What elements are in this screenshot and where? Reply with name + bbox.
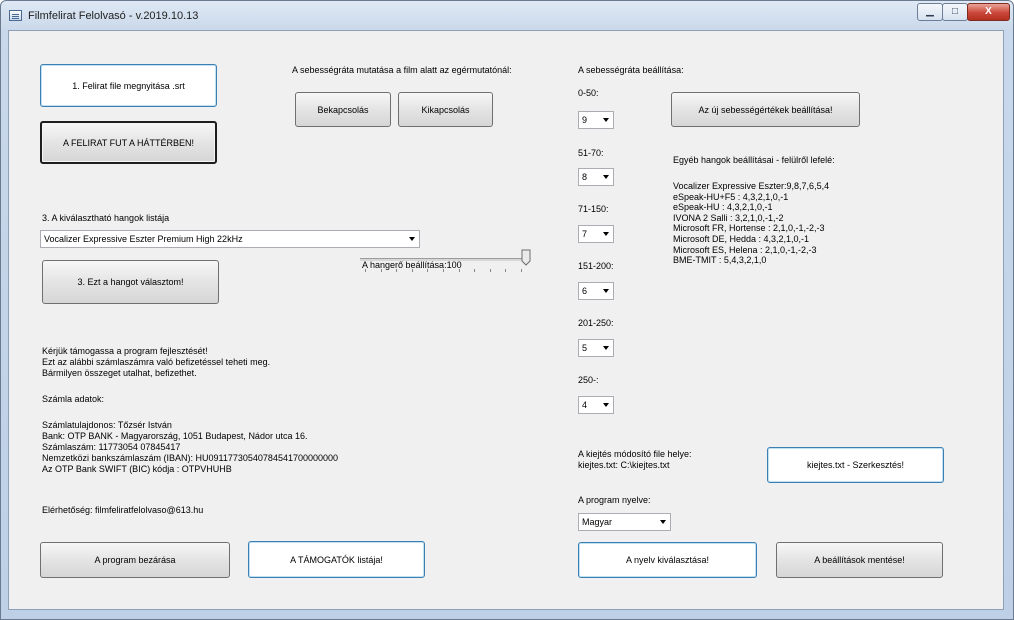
- account-details: Számlatulajdonos: Tőzsér István Bank: OT…: [42, 420, 338, 475]
- rate-range-label: 0-50:: [578, 88, 599, 98]
- volume-tick: [411, 269, 413, 272]
- rate-range-label: 201-250:: [578, 318, 614, 328]
- close-button[interactable]: X: [967, 3, 1010, 21]
- apply-rates-button[interactable]: Az új sebességértékek beállítása!: [671, 92, 860, 127]
- rate-range-label: 250-:: [578, 375, 599, 385]
- title-bar[interactable]: Filmfelirat Felolvasó - v.2019.10.13 ▁ □…: [1, 1, 1013, 31]
- volume-tick: [474, 269, 476, 272]
- chevron-down-icon: [603, 175, 609, 179]
- rate-select-71-150[interactable]: 7: [578, 225, 614, 243]
- chevron-down-icon: [603, 289, 609, 293]
- account-title: Számla adatok:: [42, 394, 105, 404]
- rate-select-value: 4: [582, 400, 588, 410]
- choose-voice-button[interactable]: 3. Ezt a hangot választom!: [42, 260, 219, 304]
- chevron-down-icon: [409, 237, 415, 241]
- volume-tick: [505, 269, 507, 272]
- volume-slider-track[interactable]: [360, 258, 530, 261]
- account-line: Számlatulajdonos: Tőzsér István: [42, 420, 172, 430]
- rate-select-value: 5: [582, 343, 588, 353]
- chevron-down-icon: [603, 346, 609, 350]
- speed-display-on-button[interactable]: Bekapcsolás: [295, 92, 391, 127]
- rate-select-value: 6: [582, 286, 588, 296]
- volume-tick: [380, 269, 382, 272]
- close-program-button[interactable]: A program bezárása: [40, 542, 230, 578]
- rate-select-201-250[interactable]: 5: [578, 339, 614, 357]
- account-line: Számlaszám: 11773054 07845417: [42, 442, 181, 452]
- other-voices-list: Vocalizer Expressive Eszter:9,8,7,6,5,4 …: [673, 181, 829, 266]
- account-line: Bank: OTP BANK - Magyarország, 1051 Buda…: [42, 431, 308, 441]
- chevron-down-icon: [603, 232, 609, 236]
- volume-tick: [443, 269, 444, 272]
- volume-tick: [458, 269, 460, 272]
- account-line: Nemzetközi bankszámlaszám (IBAN): HU0911…: [42, 453, 339, 463]
- rates-title: A sebességráta beállítása:: [578, 65, 684, 75]
- voice-select[interactable]: Vocalizer Expressive Eszter Premium High…: [40, 230, 420, 248]
- other-voice-line: eSpeak-HU+F5 : 4,3,2,1,0,-1: [673, 191, 789, 202]
- chevron-down-icon: [603, 118, 609, 122]
- support-text: Kérjük támogassa a program fejlesztését!…: [42, 346, 270, 379]
- support-line: Kérjük támogassa a program fejlesztését!: [42, 346, 208, 356]
- volume-tick: [427, 269, 429, 272]
- rate-range-label: 51-70:: [578, 148, 604, 158]
- open-subtitle-button[interactable]: 1. Felirat file megnyitása .srt: [40, 64, 217, 107]
- minimize-icon: ▁: [926, 6, 934, 17]
- minimize-button[interactable]: ▁: [917, 3, 943, 21]
- rate-select-value: 9: [582, 115, 588, 125]
- other-voice-line: Microsoft DE, Hedda : 4,3,2,1,0,-1: [673, 233, 810, 244]
- voice-list-label: 3. A kiválasztható hangok listája: [42, 213, 170, 223]
- supporters-list-button[interactable]: A TÁMOGATÓK listája!: [248, 541, 425, 578]
- maximize-button[interactable]: □: [942, 3, 968, 21]
- language-label: A program nyelve:: [578, 495, 651, 505]
- app-icon[interactable]: [9, 10, 22, 21]
- edit-pronunciation-button[interactable]: kiejtes.txt - Szerkesztés!: [767, 447, 944, 483]
- volume-tick: [365, 269, 366, 272]
- background-run-button[interactable]: A FELIRAT FUT A HÁTTÉRBEN!: [40, 121, 217, 164]
- other-voice-line: Vocalizer Expressive Eszter:9,8,7,6,5,4: [673, 181, 830, 191]
- account-line: Az OTP Bank SWIFT (BIC) kódja : OTPVHUHB: [42, 464, 232, 474]
- speed-display-label: A sebességráta mutatása a film alatt az …: [292, 65, 512, 75]
- voice-select-value: Vocalizer Expressive Eszter Premium High…: [44, 234, 243, 244]
- select-language-button[interactable]: A nyelv kiválasztása!: [578, 542, 757, 578]
- contact-text: Elérhetőség: filmfeliratfelolvaso@613.hu: [42, 505, 204, 515]
- window-title: Filmfelirat Felolvasó - v.2019.10.13: [28, 10, 199, 22]
- volume-tick: [396, 269, 398, 272]
- rate-select-0-50[interactable]: 9: [578, 111, 614, 129]
- rate-range-label: 71-150:: [578, 204, 609, 214]
- close-icon: X: [985, 6, 992, 17]
- other-voice-line: BME-TMIT : 5,4,3,2,1,0: [673, 255, 767, 266]
- other-voice-line: IVONA 2 Salli : 3,2,1,0,-1,-2: [673, 212, 784, 223]
- other-voice-line: eSpeak-HU : 4,3,2,1,0,-1: [673, 202, 773, 213]
- support-line: Ezt az alábbi számlaszámra való befizeté…: [42, 357, 271, 367]
- volume-slider-thumb[interactable]: [521, 249, 531, 266]
- pronunciation-label: A kiejtés módosító file helye:: [578, 449, 692, 459]
- rate-range-label: 151-200:: [578, 261, 614, 271]
- other-voice-line: Microsoft FR, Hortense : 2,1,0,-1,-2,-3: [673, 223, 825, 234]
- language-select[interactable]: Magyar: [578, 513, 671, 531]
- rate-select-value: 8: [582, 172, 588, 182]
- chevron-down-icon: [660, 520, 666, 524]
- maximize-icon: □: [951, 6, 959, 17]
- other-voices-title: Egyéb hangok beállításai - felülről lefe…: [673, 155, 835, 165]
- pronunciation-path: kiejtes.txt: C:\kiejtes.txt: [578, 460, 670, 470]
- language-select-value: Magyar: [582, 517, 613, 527]
- support-line: Bármilyen összeget utalhat, befizethet.: [42, 368, 197, 378]
- rate-select-value: 7: [582, 229, 588, 239]
- rate-select-51-70[interactable]: 8: [578, 168, 614, 186]
- save-settings-button[interactable]: A beállítások mentése!: [776, 542, 943, 578]
- speed-display-off-button[interactable]: Kikapcsolás: [398, 92, 493, 127]
- other-voice-line: Microsoft ES, Helena : 2,1,0,-1,-2,-3: [673, 244, 817, 255]
- chevron-down-icon: [603, 403, 609, 407]
- volume-tick: [521, 269, 522, 272]
- volume-tick: [489, 269, 491, 272]
- rate-select-151-200[interactable]: 6: [578, 282, 614, 300]
- rate-select-250-plus[interactable]: 4: [578, 396, 614, 414]
